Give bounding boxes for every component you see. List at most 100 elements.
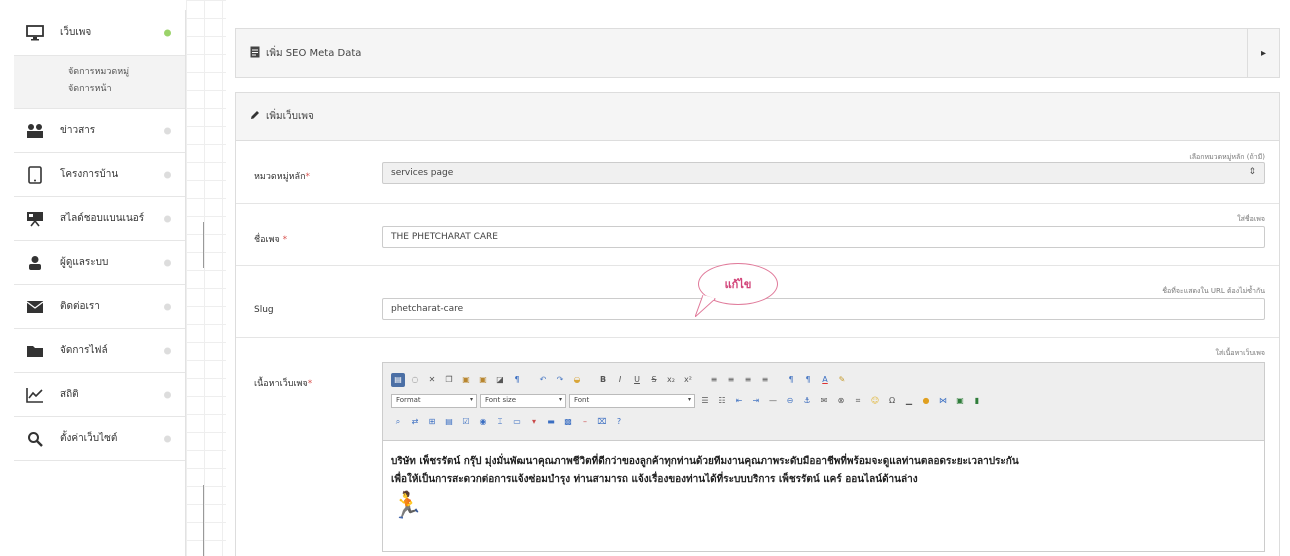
sidebar-item-label: ตั้งค่าเว็บไซต์ xyxy=(60,433,118,444)
anchor-icon[interactable]: ⚓ xyxy=(800,394,814,408)
add-page-panel-header: เพิ่มเว็บเพจ xyxy=(236,93,1279,141)
button-field-icon[interactable]: ▬ xyxy=(544,415,558,429)
select-all-icon[interactable]: ⊞ xyxy=(425,415,439,429)
sidebar-item-contact[interactable]: ติดต่อเรา xyxy=(14,285,185,329)
image-button-icon[interactable]: ▩ xyxy=(561,415,575,429)
content-hint: ใส่เนื้อหาเว็บเพจ xyxy=(1215,349,1266,357)
outdent-icon[interactable]: ⇤ xyxy=(732,394,746,408)
bg-color-icon[interactable]: ✎ xyxy=(835,373,849,387)
spellcheck-icon[interactable]: ¶ xyxy=(510,373,524,387)
sidebar-item-label: ข่าวสาร xyxy=(60,125,96,136)
subscript-icon[interactable]: x₂ xyxy=(664,373,678,387)
paste-text-icon[interactable]: ▣ xyxy=(476,373,490,387)
horizontal-line-icon[interactable]: — xyxy=(766,394,780,408)
font-size-select[interactable]: Font size ▾ xyxy=(480,393,566,408)
rtl-icon[interactable]: ¶ xyxy=(801,373,815,387)
name-label: ชื่อเพจ * xyxy=(254,235,288,245)
sidebar-item-settings[interactable]: ตั้งค่าเว็บไซต์ xyxy=(14,417,185,461)
find-icon[interactable]: ⌕ xyxy=(391,415,405,429)
link-icon[interactable]: ⊖ xyxy=(783,394,797,408)
undo-icon[interactable]: ↶ xyxy=(536,373,550,387)
align-left-icon[interactable]: ≡ xyxy=(707,373,721,387)
image-icon[interactable]: ◒ xyxy=(570,373,584,387)
sidebar-item-admins[interactable]: ผู้ดูแลระบบ xyxy=(14,241,185,285)
maximize-icon[interactable]: ▣ xyxy=(953,394,967,408)
radio-icon[interactable]: ◉ xyxy=(476,415,490,429)
submenu-item-pages[interactable]: จัดการหน้า xyxy=(68,81,185,98)
seo-panel-header[interactable]: เพิ่ม SEO Meta Data xyxy=(236,29,1279,77)
special-char-icon[interactable]: Ω xyxy=(885,394,899,408)
superscript-icon[interactable]: x² xyxy=(681,373,695,387)
underline-icon[interactable]: U xyxy=(630,373,644,387)
unlink-icon[interactable]: ⊗ xyxy=(834,394,848,408)
bullet-list-icon[interactable]: ☰ xyxy=(698,394,712,408)
iframe-icon[interactable]: ⋈ xyxy=(936,394,950,408)
slug-input[interactable]: phetcharat-care xyxy=(382,298,1265,320)
source-icon[interactable]: ▤ xyxy=(391,372,405,387)
replace-icon[interactable]: ⇄ xyxy=(408,415,422,429)
new-page-icon[interactable]: ◌ xyxy=(408,373,422,387)
add-page-panel: เพิ่มเว็บเพจ เลือกหมวดหมู่หลัก (ถ้ามี) ห… xyxy=(235,92,1280,556)
blocks-icon[interactable]: ▮ xyxy=(970,394,984,408)
chevron-right-icon[interactable]: ▸ xyxy=(1247,29,1279,77)
text-color-icon[interactable]: A xyxy=(818,373,832,387)
grid-background xyxy=(186,0,226,556)
sidebar-item-label: ผู้ดูแลระบบ xyxy=(60,257,109,268)
indent-icon[interactable]: ⇥ xyxy=(749,394,763,408)
checkbox-icon[interactable]: ☑ xyxy=(459,415,473,429)
about-icon[interactable]: ? xyxy=(612,415,626,429)
strikethrough-icon[interactable]: S xyxy=(647,373,661,387)
name-input[interactable]: THE PHETCHARAT CARE xyxy=(382,226,1265,248)
sidebar-item-label: เว็บเพจ xyxy=(60,27,92,38)
align-justify-icon[interactable]: ≡ xyxy=(758,373,772,387)
editor-content[interactable]: บริษัท เพ็ชรรัตน์ กรุ๊ป มุ่งมั่นพัฒนาคุณ… xyxy=(383,441,1264,527)
remove-format-icon[interactable]: ⌧ xyxy=(595,415,609,429)
users-icon xyxy=(24,121,46,141)
rich-text-editor: ▤ ◌ ✕ ❐ ▣ ▣ ◪ ¶ ↶ ↷ ◒ B I U S x₂ x² ≡ ≡ … xyxy=(382,362,1265,552)
align-center-icon[interactable]: ≡ xyxy=(724,373,738,387)
numbered-list-icon[interactable]: ☷ xyxy=(715,394,729,408)
seo-panel-title: เพิ่ม SEO Meta Data xyxy=(266,47,362,59)
smiley-icon[interactable]: ☺ xyxy=(868,394,882,408)
content-label: เนื้อหาเว็บเพจ* xyxy=(254,379,313,389)
italic-icon[interactable]: I xyxy=(613,373,627,387)
sidebar-item-stats[interactable]: สถิติ xyxy=(14,373,185,417)
cut-icon[interactable]: ✕ xyxy=(425,373,439,387)
format-select[interactable]: Format ▾ xyxy=(391,393,477,408)
callout-tail xyxy=(695,295,716,317)
status-dot xyxy=(164,435,171,442)
flash-icon[interactable]: ✉ xyxy=(817,394,831,408)
status-dot xyxy=(164,215,171,222)
paste-word-icon[interactable]: ◪ xyxy=(493,373,507,387)
sidebar-item-news[interactable]: ข่าวสาร xyxy=(14,109,185,153)
paste-icon[interactable]: ▣ xyxy=(459,373,473,387)
redo-icon[interactable]: ↷ xyxy=(553,373,567,387)
name-row: ใส่ชื่อเพจ ชื่อเพจ * THE PHETCHARAT CARE xyxy=(236,204,1279,266)
status-dot xyxy=(164,259,171,266)
bold-icon[interactable]: B xyxy=(596,373,610,387)
hidden-field-icon[interactable]: – xyxy=(578,415,592,429)
document-icon xyxy=(250,46,260,61)
content-row: ใส่เนื้อหาเว็บเพจ เนื้อหาเว็บเพจ* ▤ ◌ ✕ … xyxy=(236,338,1279,556)
sidebar-item-label: สไลด์ชอบแบนเนอร์ xyxy=(60,213,145,224)
category-label: หมวดหมู่หลัก* xyxy=(254,172,311,182)
sidebar-item-slides[interactable]: สไลด์ชอบแบนเนอร์ xyxy=(14,197,185,241)
textfield-icon[interactable]: ⌶ xyxy=(493,415,507,429)
sidebar-item-webpage[interactable]: เว็บเพจ xyxy=(14,10,185,56)
sidebar-item-projects[interactable]: โครงการบ้าน xyxy=(14,153,185,197)
sidebar-item-files[interactable]: จัดการไฟล์ xyxy=(14,329,185,373)
table-icon[interactable]: ⌗ xyxy=(851,394,865,408)
textarea-icon[interactable]: ▭ xyxy=(510,415,524,429)
select-field-icon[interactable]: ▾ xyxy=(527,415,541,429)
font-select[interactable]: Font ▾ xyxy=(569,393,695,408)
form-icon[interactable]: ▤ xyxy=(442,415,456,429)
ltr-icon[interactable]: ¶ xyxy=(784,373,798,387)
tablet-icon xyxy=(24,165,46,185)
submenu-item-categories[interactable]: จัดการหมวดหมู่ xyxy=(68,64,185,81)
align-right-icon[interactable]: ≡ xyxy=(741,373,755,387)
dropdown-arrow-icon: ▾ xyxy=(687,395,691,403)
copy-icon[interactable]: ❐ xyxy=(442,373,456,387)
pagebreak-icon[interactable]: ▁ xyxy=(902,394,916,408)
category-select[interactable]: services page ⇕ xyxy=(382,162,1265,184)
emoji-icon[interactable]: ● xyxy=(919,394,933,408)
